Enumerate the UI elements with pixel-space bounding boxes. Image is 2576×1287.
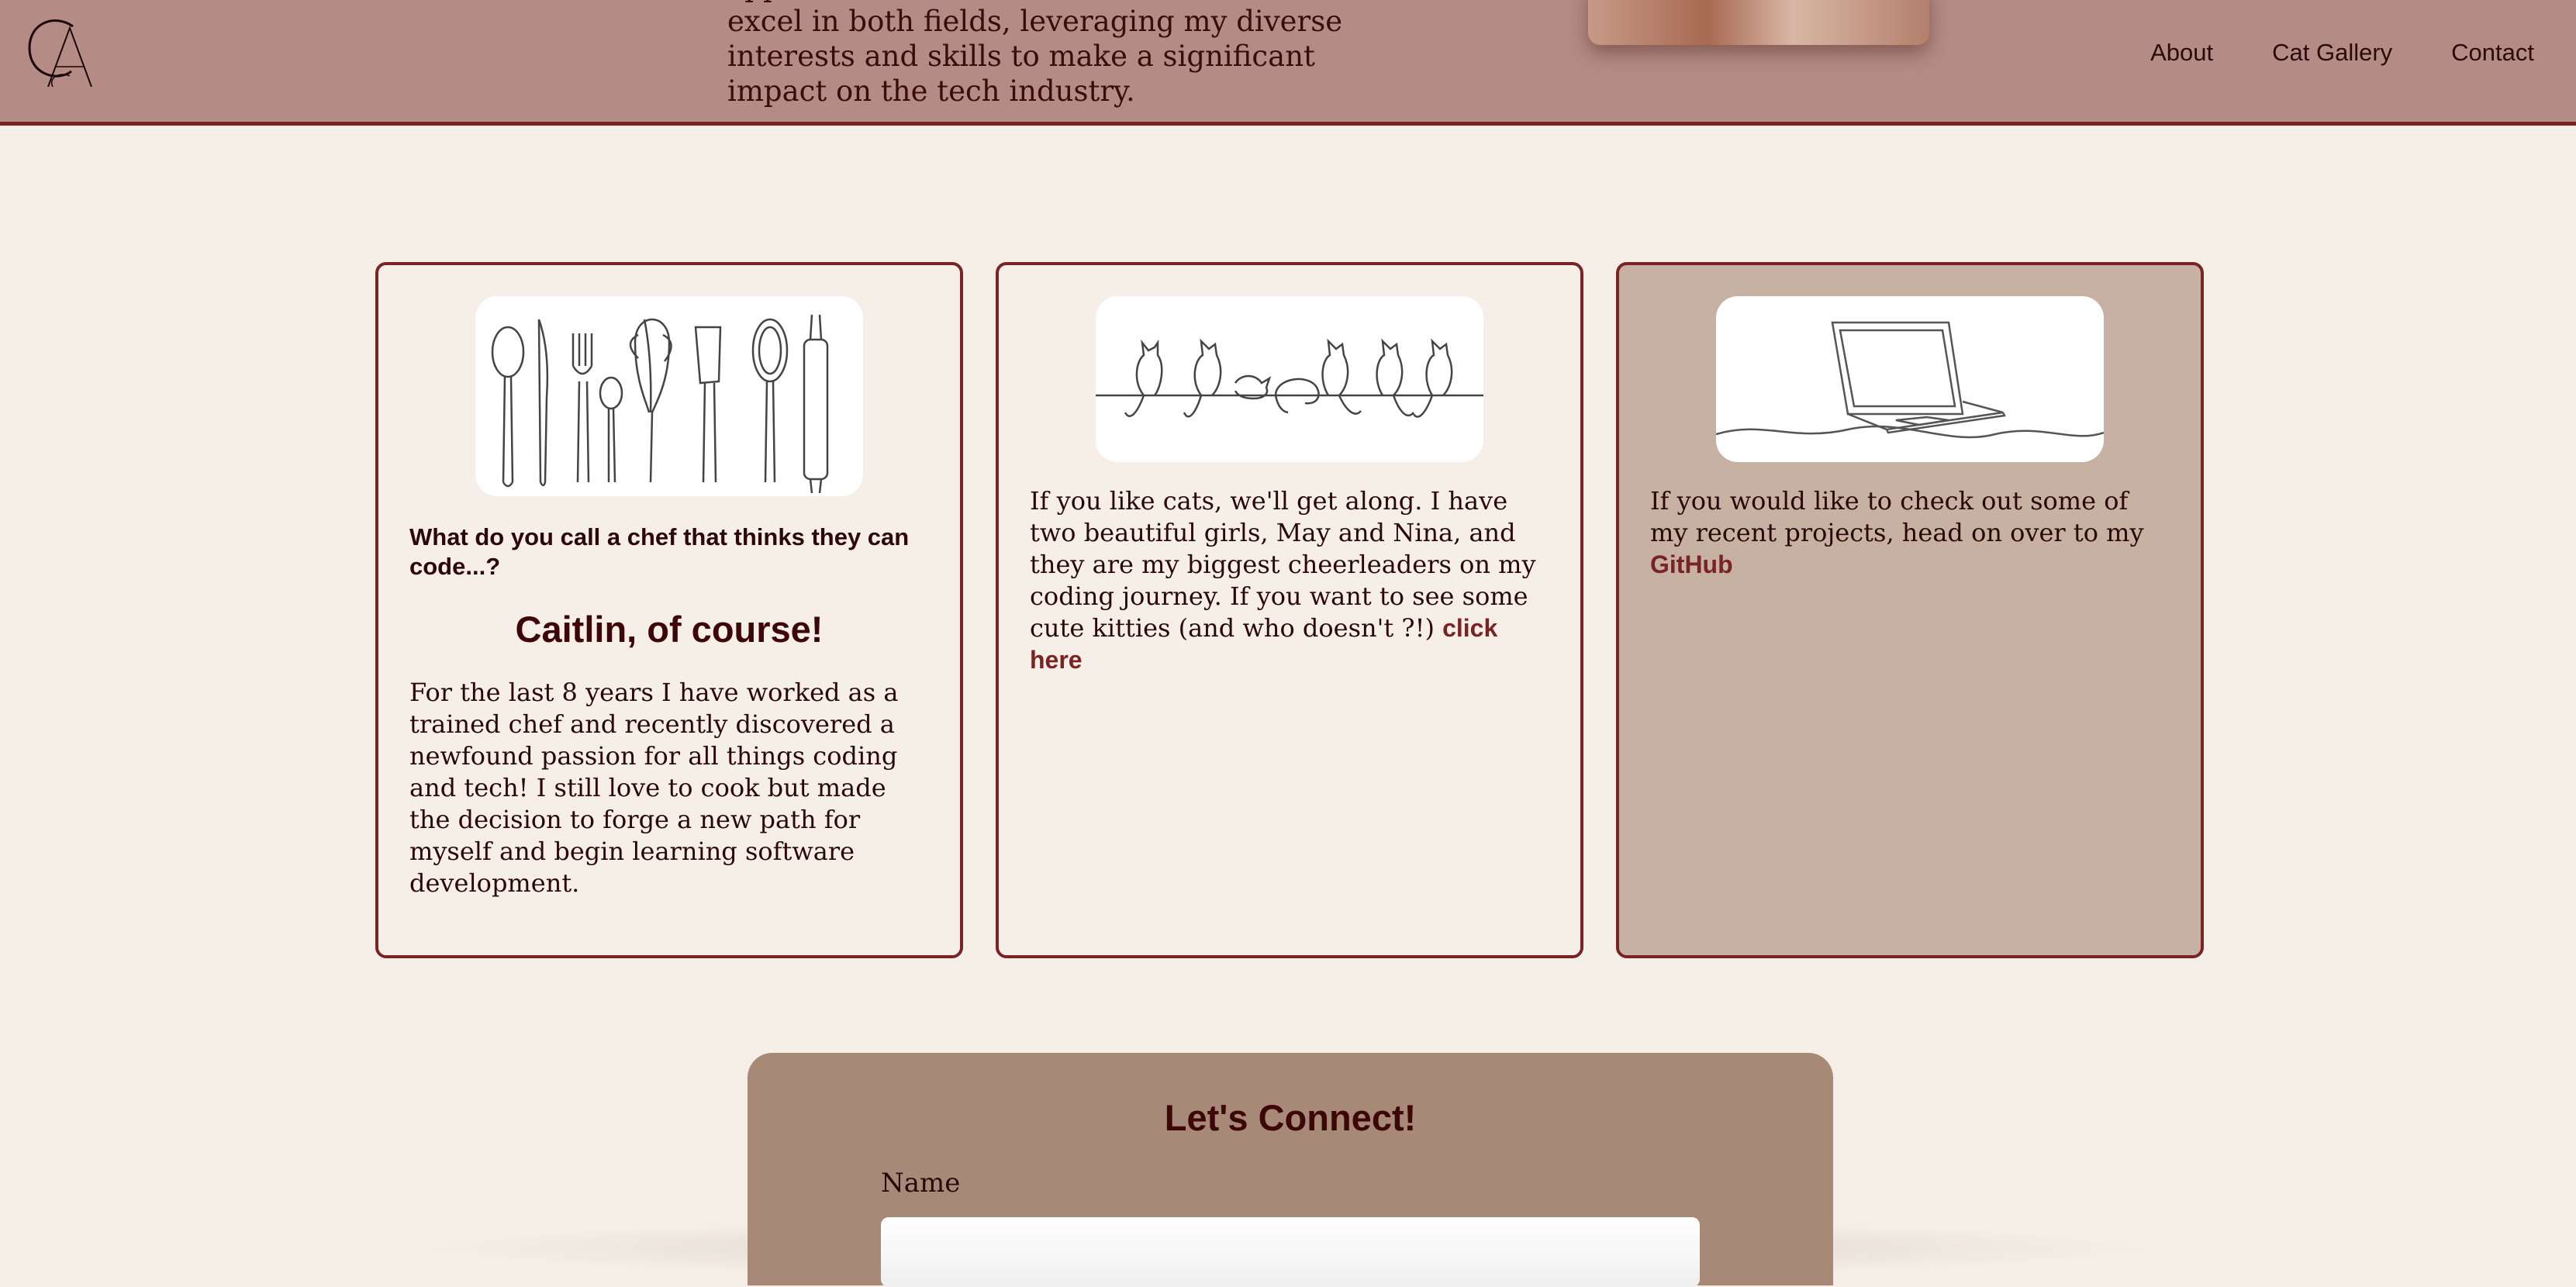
- chef-question: What do you call a chef that thinks they…: [409, 523, 910, 580]
- ca-logo[interactable]: [25, 11, 102, 96]
- name-input[interactable]: [881, 1217, 1700, 1287]
- github-link[interactable]: GitHub: [1650, 550, 1733, 578]
- utensils-illustration: [475, 296, 863, 496]
- cats-illustration: [1096, 296, 1483, 462]
- about-cards: What do you call a chef that thinks they…: [375, 262, 2204, 958]
- main-nav: About Cat Gallery Contact: [2150, 39, 2534, 67]
- profile-photo: [1588, 0, 1929, 45]
- laptop-illustration: [1716, 296, 2104, 462]
- projects-card-body: If you would like to check out some of m…: [1650, 485, 2170, 581]
- contact-title: Let's Connect!: [1164, 1097, 1417, 1138]
- nav-link-cat-gallery[interactable]: Cat Gallery: [2272, 39, 2392, 67]
- projects-card-text: If you would like to check out some of m…: [1650, 486, 2144, 547]
- name-label: Name: [881, 1168, 961, 1199]
- chef-card: What do you call a chef that thinks they…: [375, 262, 963, 958]
- cats-card-body: If you like cats, we'll get along. I hav…: [1030, 485, 1549, 676]
- nav-link-about[interactable]: About: [2150, 39, 2213, 67]
- projects-card: If you would like to check out some of m…: [1616, 262, 2204, 958]
- chef-answer: Caitlin, of course!: [515, 609, 824, 650]
- contact-section: Let's Connect! Name: [748, 1053, 1833, 1287]
- hero-intro-text: opportunities in tech. I aim to innovate…: [727, 0, 1359, 108]
- chef-card-body: For the last 8 years I have worked as a …: [409, 678, 899, 898]
- cats-card: If you like cats, we'll get along. I hav…: [996, 262, 1583, 958]
- nav-link-contact[interactable]: Contact: [2451, 39, 2534, 67]
- site-header: opportunities in tech. I aim to innovate…: [0, 0, 2576, 126]
